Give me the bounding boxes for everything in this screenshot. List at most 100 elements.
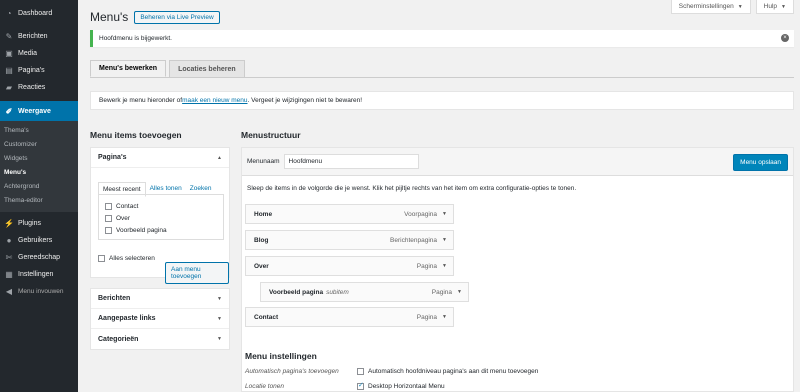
pages-checklist: Contact Over Voorbeeld pagina [98, 194, 224, 240]
menu-item-type: Berichtenpagina [390, 236, 437, 244]
chevron-down-icon[interactable]: ▼ [442, 314, 447, 320]
tab-manage-locations[interactable]: Locaties beheren [169, 60, 245, 77]
chevron-down-icon: ▼ [737, 3, 743, 10]
sidebar-item-plugins[interactable]: ⚡ Plugins [0, 215, 78, 232]
sidebar-item-settings[interactable]: ▦ Instellingen [0, 266, 78, 283]
sidebar-item-label: Weergave [18, 107, 51, 115]
sidebar-item-comments[interactable]: ▰ Reacties [0, 79, 78, 96]
live-preview-button[interactable]: Beheren via Live Preview [134, 10, 220, 24]
help-button[interactable]: Hulp ▼ [755, 0, 794, 14]
wrench-icon: ✄ [5, 253, 13, 262]
chevron-down-icon[interactable]: ▼ [442, 211, 447, 217]
title-row: Menu's Beheren via Live Preview [90, 10, 220, 24]
menu-item-type: Pagina [431, 288, 452, 296]
sidebar-item-berichten[interactable]: ✎ Berichten [0, 28, 78, 45]
screen-options-button[interactable]: Scherminstellingen ▼ [670, 0, 751, 14]
auto-add-text: Automatisch hoofdniveau pagina's aan dit… [368, 368, 539, 375]
sidebar-item-label: Menu invouwen [18, 288, 64, 295]
settings-icon: ▦ [5, 270, 13, 279]
menu-name-input[interactable] [283, 154, 419, 169]
custom-links-panel-header[interactable]: Aangepaste links ▼ [91, 309, 229, 329]
manage-menus-bar: Bewerk je menu hieronder of maak een nie… [90, 91, 794, 110]
create-new-menu-link[interactable]: maak een nieuw menu [182, 97, 247, 104]
collapse-menu-button[interactable]: ◀ Menu invouwen [0, 283, 78, 300]
sidebar-item-users[interactable]: ● Gebruikers [0, 232, 78, 249]
list-item[interactable]: Contact [105, 200, 217, 212]
drag-instructions: Sleep de items in de volgorde die je wen… [247, 185, 577, 192]
menu-item-type: Voorpagina [404, 210, 437, 218]
user-icon: ● [6, 236, 12, 245]
chevron-down-icon[interactable]: ▼ [457, 289, 462, 295]
custom-links-panel-title: Aangepaste links [98, 315, 156, 322]
sidebar-item-pages[interactable]: ▤ Pagina's [0, 62, 78, 79]
sidebar-item-label: Pagina's [18, 67, 45, 74]
checkbox[interactable] [105, 214, 112, 222]
submenu-item-theme-editor[interactable]: Thema-editor [0, 194, 78, 208]
posts-panel: Berichten ▼ Aangepaste links ▼ Categorie… [90, 288, 230, 350]
categories-panel-header[interactable]: Categorieën ▼ [91, 329, 229, 349]
submenu-item-customizer[interactable]: Customizer [0, 138, 78, 152]
menu-name-label: Menunaam [247, 158, 280, 165]
list-item-label: Over [116, 214, 131, 222]
menu-settings-title: Menu instellingen [245, 351, 317, 361]
categories-panel-title: Categorieën [98, 335, 139, 343]
success-notice: Hoofdmenu is bijgewerkt. × [90, 30, 794, 47]
appearance-submenu: Thema's Customizer Widgets Menu's Achter… [0, 121, 78, 212]
dashboard-icon: ◔ [6, 9, 12, 18]
menu-item-subitem-label: subitem [326, 288, 349, 296]
menu-item-contact[interactable]: Contact Pagina ▼ [245, 307, 454, 327]
sidebar-item-appearance[interactable]: ✐ Weergave [0, 101, 78, 121]
tab-divider [90, 77, 794, 78]
auto-add-pages-row: Automatisch pagina's toevoegen Automatis… [245, 368, 538, 375]
select-all-row[interactable]: Alles selecteren [98, 252, 155, 264]
location-checkbox[interactable] [357, 381, 364, 390]
chevron-up-icon: ▲ [217, 154, 222, 161]
tab-edit-menus[interactable]: Menu's bewerken [90, 60, 167, 77]
list-item-label: Voorbeeld pagina [116, 226, 167, 234]
pin-icon: ✎ [5, 32, 13, 41]
menu-item-over[interactable]: Over Pagina ▼ [245, 256, 454, 276]
menu-header: Menunaam [242, 148, 793, 176]
sidebar-item-dashboard[interactable]: ◔ Dashboard [0, 5, 78, 22]
add-to-menu-button[interactable]: Aan menu toevoegen [165, 262, 229, 284]
sidebar-item-label: Plugins [18, 220, 41, 227]
posts-panel-title: Berichten [98, 295, 131, 302]
screen-options-label: Scherminstellingen [678, 3, 734, 10]
sidebar-item-label: Dashboard [18, 10, 53, 17]
list-item[interactable]: Voorbeeld pagina [105, 224, 217, 236]
chevron-down-icon[interactable]: ▼ [442, 237, 447, 243]
comment-icon: ▰ [5, 83, 13, 92]
pages-panel: Pagina's ▲ Meest recent Alles tonen Zoek… [90, 147, 230, 284]
save-menu-button[interactable]: Menu opslaan [733, 154, 788, 171]
sidebar-item-label: Reacties [18, 84, 46, 91]
plug-icon: ⚡ [4, 219, 14, 228]
select-all-checkbox[interactable] [98, 254, 105, 262]
pages-panel-header[interactable]: Pagina's ▲ [91, 148, 229, 168]
sidebar-item-media[interactable]: ▣ Media [0, 45, 78, 62]
menu-item-home[interactable]: Home Voorpagina ▼ [245, 204, 454, 224]
menu-item-voorbeeld-pagina[interactable]: Voorbeeld pagina subitem Pagina ▼ [260, 282, 469, 302]
list-item[interactable]: Over [105, 212, 217, 224]
brush-icon: ✐ [5, 106, 13, 116]
pages-icon: ▤ [5, 66, 13, 75]
submenu-item-themes[interactable]: Thema's [0, 124, 78, 138]
posts-panel-header[interactable]: Berichten ▼ [91, 289, 229, 309]
pages-panel-title: Pagina's [98, 154, 127, 161]
submenu-item-background[interactable]: Achtergrond [0, 180, 78, 194]
add-items-title: Menu items toevoegen [90, 130, 182, 140]
list-item-label: Contact [116, 202, 139, 210]
sidebar-item-label: Berichten [18, 33, 48, 40]
auto-add-checkbox[interactable] [357, 368, 364, 375]
menu-item-blog[interactable]: Blog Berichtenpagina ▼ [245, 230, 454, 250]
menu-item-name: Over [254, 262, 269, 270]
sidebar-item-tools[interactable]: ✄ Gereedschap [0, 249, 78, 266]
submenu-item-widgets[interactable]: Widgets [0, 152, 78, 166]
chevron-down-icon: ▼ [781, 3, 786, 10]
dismiss-icon[interactable]: × [781, 34, 789, 42]
checkbox[interactable] [105, 202, 112, 210]
submenu-item-menus[interactable]: Menu's [0, 166, 78, 180]
checkbox[interactable] [105, 226, 112, 234]
chevron-down-icon[interactable]: ▼ [442, 263, 447, 269]
menu-item-name: Voorbeeld pagina [269, 288, 324, 296]
manage-text-after: . Vergeet je wijzigingen niet te bewaren… [247, 97, 363, 104]
